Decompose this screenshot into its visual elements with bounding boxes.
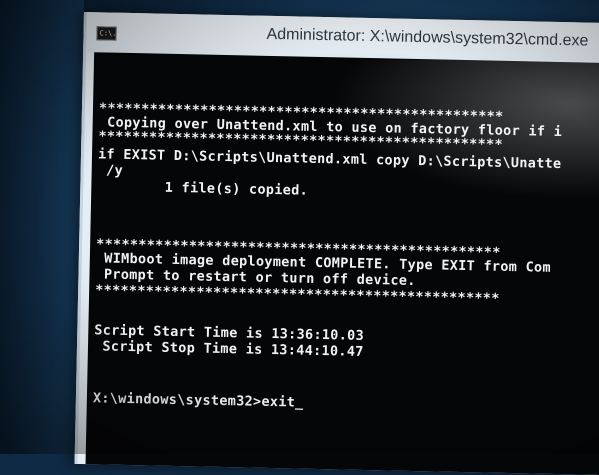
console-line: ****************************************… bbox=[95, 282, 500, 307]
console-line: /y bbox=[97, 162, 124, 179]
window-title: Administrator: X:\windows\system32\cmd.e… bbox=[266, 25, 589, 50]
screen-bezel bbox=[0, 0, 84, 454]
console-line: 1 file(s) copied. bbox=[97, 178, 309, 199]
cmd-window[interactable]: C:\. Administrator: X:\windows\system32\… bbox=[74, 12, 599, 475]
console-output[interactable]: ****************************************… bbox=[85, 52, 599, 475]
cmd-icon: C:\. bbox=[96, 26, 117, 41]
command-prompt[interactable]: X:\windows\system32>exit_ bbox=[93, 390, 304, 410]
